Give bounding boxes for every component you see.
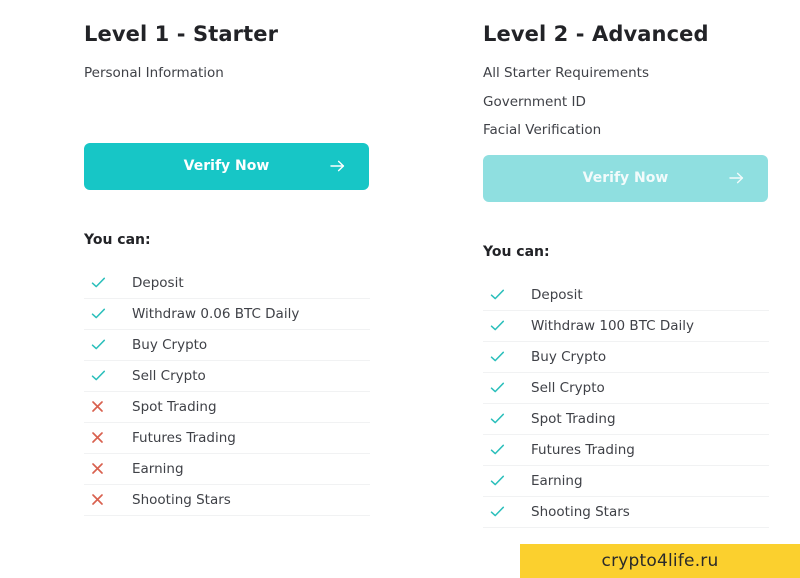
feature-label: Earning bbox=[132, 460, 184, 477]
check-icon bbox=[84, 274, 132, 291]
list-item: Sell Crypto bbox=[483, 373, 769, 404]
cross-icon bbox=[84, 461, 132, 476]
list-item: Futures Trading bbox=[483, 435, 769, 466]
check-icon bbox=[483, 379, 531, 396]
verify-now-button-level-1[interactable]: Verify Now bbox=[84, 142, 369, 190]
verification-levels: Level 1 - Starter Personal Information V… bbox=[0, 0, 800, 578]
feature-label: Spot Trading bbox=[531, 410, 616, 427]
verify-button-label: Verify Now bbox=[582, 169, 669, 186]
level-1-title: Level 1 - Starter bbox=[84, 22, 279, 46]
list-item: Sell Crypto bbox=[84, 361, 370, 392]
level-1-features-heading: You can: bbox=[84, 231, 151, 248]
check-icon bbox=[483, 441, 531, 458]
level-1-feature-list: Deposit Withdraw 0.06 BTC Daily Buy Cryp… bbox=[84, 268, 370, 516]
check-icon bbox=[483, 348, 531, 365]
arrow-right-icon bbox=[727, 169, 746, 188]
level-2-requirements: All Starter Requirements Government ID F… bbox=[483, 67, 770, 138]
list-item: Buy Crypto bbox=[84, 330, 370, 361]
check-icon bbox=[483, 503, 531, 520]
requirement-item: Facial Verification bbox=[483, 122, 602, 139]
watermark-text: crypto4life.ru bbox=[601, 551, 719, 571]
feature-label: Spot Trading bbox=[132, 398, 217, 415]
requirement-item: All Starter Requirements bbox=[483, 65, 650, 82]
feature-label: Withdraw 100 BTC Daily bbox=[531, 317, 695, 334]
feature-label: Sell Crypto bbox=[132, 367, 206, 384]
cross-icon bbox=[84, 492, 132, 507]
level-1-requirements: Personal Information bbox=[84, 67, 370, 81]
level-2-feature-list: Deposit Withdraw 100 BTC Daily Buy Crypt… bbox=[483, 280, 769, 528]
feature-label: Shooting Stars bbox=[531, 503, 630, 520]
feature-label: Deposit bbox=[531, 286, 583, 303]
check-icon bbox=[84, 305, 132, 322]
list-item: Buy Crypto bbox=[483, 342, 769, 373]
cross-icon bbox=[84, 399, 132, 414]
list-item: Futures Trading bbox=[84, 423, 370, 454]
list-item: Deposit bbox=[483, 280, 769, 311]
feature-label: Deposit bbox=[132, 274, 184, 291]
list-item: Deposit bbox=[84, 268, 370, 299]
cross-icon bbox=[84, 430, 132, 445]
requirement-item: Government ID bbox=[483, 93, 586, 110]
feature-label: Buy Crypto bbox=[132, 336, 208, 353]
level-column-2: Level 2 - Advanced All Starter Requireme… bbox=[400, 22, 800, 578]
list-item: Earning bbox=[84, 454, 370, 485]
list-item: Spot Trading bbox=[84, 392, 370, 423]
check-icon bbox=[483, 317, 531, 334]
verify-button-label: Verify Now bbox=[183, 157, 270, 174]
check-icon bbox=[84, 367, 132, 384]
list-item: Withdraw 100 BTC Daily bbox=[483, 311, 769, 342]
site-watermark-banner: crypto4life.ru bbox=[520, 544, 800, 578]
check-icon bbox=[483, 286, 531, 303]
level-2-features-heading: You can: bbox=[483, 243, 550, 260]
list-item: Earning bbox=[483, 466, 769, 497]
arrow-right-icon bbox=[328, 157, 347, 176]
feature-label: Sell Crypto bbox=[531, 379, 605, 396]
list-item: Shooting Stars bbox=[483, 497, 769, 528]
list-item: Spot Trading bbox=[483, 404, 769, 435]
check-icon bbox=[483, 472, 531, 489]
check-icon bbox=[483, 410, 531, 427]
list-item: Shooting Stars bbox=[84, 485, 370, 516]
feature-label: Futures Trading bbox=[132, 429, 236, 446]
feature-label: Buy Crypto bbox=[531, 348, 607, 365]
list-item: Withdraw 0.06 BTC Daily bbox=[84, 299, 370, 330]
check-icon bbox=[84, 336, 132, 353]
level-column-1: Level 1 - Starter Personal Information V… bbox=[0, 22, 400, 578]
requirement-item: Personal Information bbox=[84, 65, 224, 82]
feature-label: Withdraw 0.06 BTC Daily bbox=[132, 305, 300, 322]
verify-now-button-level-2[interactable]: Verify Now bbox=[483, 154, 768, 202]
feature-label: Futures Trading bbox=[531, 441, 635, 458]
level-2-title: Level 2 - Advanced bbox=[483, 22, 709, 46]
feature-label: Shooting Stars bbox=[132, 491, 231, 508]
feature-label: Earning bbox=[531, 472, 583, 489]
